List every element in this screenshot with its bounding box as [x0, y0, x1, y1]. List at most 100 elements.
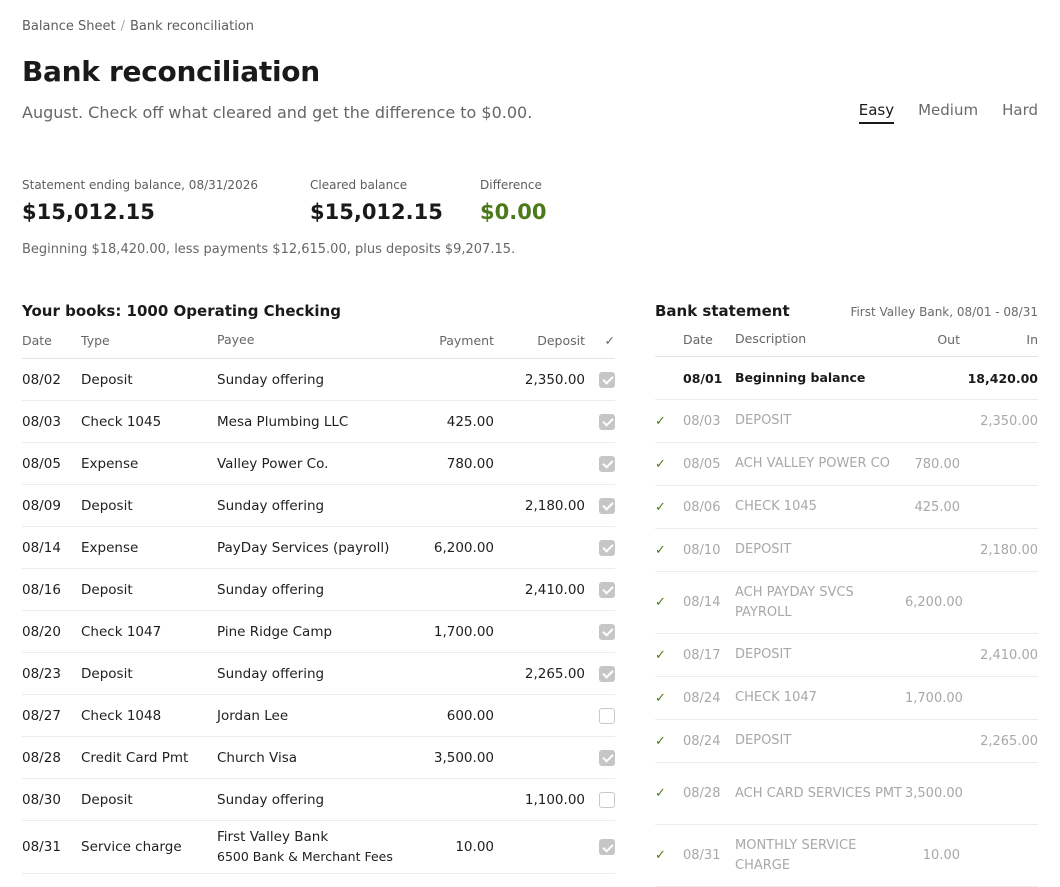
tab-hard[interactable]: Hard	[1002, 101, 1038, 124]
bank-row-out: 10.00	[922, 848, 960, 863]
bank-row-date: 08/03	[683, 413, 721, 429]
books-row-payment: 1,700.00	[433, 623, 494, 640]
books-row-payee-cell: Sunday offering	[217, 664, 407, 684]
bank-row-description: CHECK 1047	[735, 690, 817, 705]
books-row-cleared-cell	[585, 791, 615, 808]
books-row-payee: PayDay Services (payroll)	[217, 539, 390, 556]
bank-row-date: 08/24	[683, 690, 721, 706]
cleared-checkbox[interactable]	[599, 839, 615, 855]
difference-value: $0.00	[480, 200, 547, 224]
books-row-payment: 10.00	[455, 839, 494, 855]
bank-row-date: 08/17	[683, 647, 721, 663]
check-icon: ✓	[655, 542, 666, 558]
books-row-date: 08/30	[22, 791, 61, 808]
breadcrumb-current: Bank reconciliation	[129, 19, 255, 34]
books-row: 08/09 Deposit Sunday offering 2,180.00	[22, 485, 615, 527]
difference-label: Difference	[480, 178, 542, 192]
bank-row-date: 08/10	[683, 542, 721, 558]
books-row-type: Deposit	[81, 791, 133, 808]
tab-medium[interactable]: Medium	[918, 101, 978, 124]
breadcrumb-link-balance-sheet[interactable]: Balance Sheet	[22, 19, 116, 34]
books-row-payee-cell: First Valley Bank 6500 Bank & Merchant Fe…	[217, 827, 407, 867]
books-row-cleared-cell	[585, 539, 615, 556]
books-row-payee: Sunday offering	[217, 791, 325, 808]
bank-row: ✓ 08/24 CHECK 1047 1,700.00	[655, 677, 1038, 720]
cleared-balance-value: $15,012.15	[310, 200, 443, 224]
books-row-date: 08/14	[22, 539, 61, 556]
bank-statement-title: Bank statement	[655, 302, 790, 320]
books-row-payee: Jordan Lee	[217, 707, 289, 724]
books-row-payment: 6,200.00	[433, 539, 494, 556]
bank-row: ✓ 08/28 ACH CARD SERVICES PMT 3,500.00	[655, 763, 1038, 825]
bank-row-date: 08/31	[683, 848, 721, 863]
books-row-payee-cell: PayDay Services (payroll)	[217, 538, 407, 558]
bank-row-description: ACH CARD SERVICES PMT	[735, 785, 902, 801]
bank-statement-period: First Valley Bank, 08/01 - 08/31	[850, 305, 1038, 319]
books-row-cleared-cell	[585, 371, 615, 388]
bank-row-description: CHECK 1045	[735, 499, 817, 514]
cleared-checkbox[interactable]	[599, 623, 615, 640]
bank-row-in: 2,350.00	[980, 413, 1038, 429]
page-title: Bank reconciliation	[22, 55, 320, 88]
books-row-type: Credit Card Pmt	[81, 749, 189, 766]
col-in: In	[1026, 331, 1038, 347]
bank-row-in: 2,265.00	[980, 733, 1038, 749]
difficulty-tabs: Easy Medium Hard	[858, 101, 1038, 124]
cleared-checkbox[interactable]	[599, 707, 615, 724]
bank-row-out: 6,200.00	[905, 595, 963, 610]
books-row-type: Deposit	[81, 665, 133, 682]
cleared-checkbox[interactable]	[599, 497, 615, 514]
bank-row: ✓ 08/03 DEPOSIT 2,350.00	[655, 400, 1038, 443]
books-row-cleared-cell	[585, 665, 615, 682]
books-row-payee: Sunday offering	[217, 371, 325, 388]
bank-row-description: Beginning balance	[735, 370, 866, 385]
books-row: 08/05 Expense Valley Power Co. 780.00	[22, 443, 615, 485]
bank-row-beginning-balance: 08/01 Beginning balance 18,420.00	[655, 357, 1038, 400]
books-row-cleared-cell	[585, 623, 615, 640]
bank-row-in: 2,410.00	[980, 647, 1038, 663]
bank-row-description: DEPOSIT	[735, 542, 792, 557]
cleared-checkbox[interactable]	[599, 413, 615, 430]
books-row: 08/31 Service charge First Valley Bank 6500…	[22, 821, 615, 874]
books-row-payee-cell: Sunday offering	[217, 580, 407, 600]
bank-row-description: DEPOSIT	[735, 733, 792, 748]
books-row-deposit: 2,180.00	[524, 497, 585, 514]
cleared-checkbox[interactable]	[599, 371, 615, 388]
bank-statement-header: Bank statement First Valley Bank, 08/01 …	[655, 300, 1038, 322]
bank-row-description: MONTHLY SERVICE CHARGE	[735, 837, 857, 873]
statement-balance-label: Statement ending balance, 08/31/2026	[22, 178, 258, 192]
bank-table-header: Date Description Out In	[655, 322, 1038, 357]
books-row-payee-cell: Jordan Lee	[217, 706, 407, 726]
col-bank-date: Date	[683, 331, 713, 347]
books-row-payee: Sunday offering	[217, 581, 325, 598]
cleared-checkbox[interactable]	[599, 539, 615, 556]
cleared-checkbox[interactable]	[599, 665, 615, 682]
bank-row-out: 425.00	[914, 499, 961, 515]
bank-row-description: DEPOSIT	[735, 413, 792, 428]
books-row-payment: 3,500.00	[433, 749, 494, 766]
tab-easy[interactable]: Easy	[858, 101, 895, 124]
bank-row-description: ACH VALLEY POWER CO	[735, 456, 890, 471]
statement-balance-value: $15,012.15	[22, 200, 155, 224]
books-row-payee-cell: Mesa Plumbing LLC	[217, 412, 407, 432]
bank-table-body: 08/01 Beginning balance 18,420.00 ✓ 08/03 DEP…	[655, 357, 1038, 887]
books-row-deposit: 2,265.00	[524, 665, 585, 682]
books-row-date: 08/28	[22, 749, 61, 766]
books-row-date: 08/23	[22, 665, 61, 682]
check-icon: ✓	[655, 848, 666, 863]
cleared-checkbox[interactable]	[599, 455, 615, 472]
cleared-checkbox[interactable]	[599, 749, 615, 766]
cleared-checkbox[interactable]	[599, 581, 615, 598]
col-description: Description	[735, 331, 807, 346]
books-row-cleared-cell	[585, 413, 615, 430]
bank-row-out: 3,500.00	[905, 786, 963, 801]
books-row-payee: Pine Ridge Camp	[217, 623, 333, 640]
books-row-cleared-cell	[585, 749, 615, 766]
cleared-checkbox[interactable]	[599, 791, 615, 808]
books-title: Your books: 1000 Operating Checking	[22, 302, 341, 320]
books-row-date: 08/27	[22, 707, 61, 724]
books-row-type: Check 1048	[81, 707, 162, 724]
bank-row-date: 08/24	[683, 733, 721, 749]
books-table-header: Date Type Payee Payment Deposit ✓	[22, 322, 615, 359]
bank-row: ✓ 08/24 DEPOSIT 2,265.00	[655, 720, 1038, 763]
